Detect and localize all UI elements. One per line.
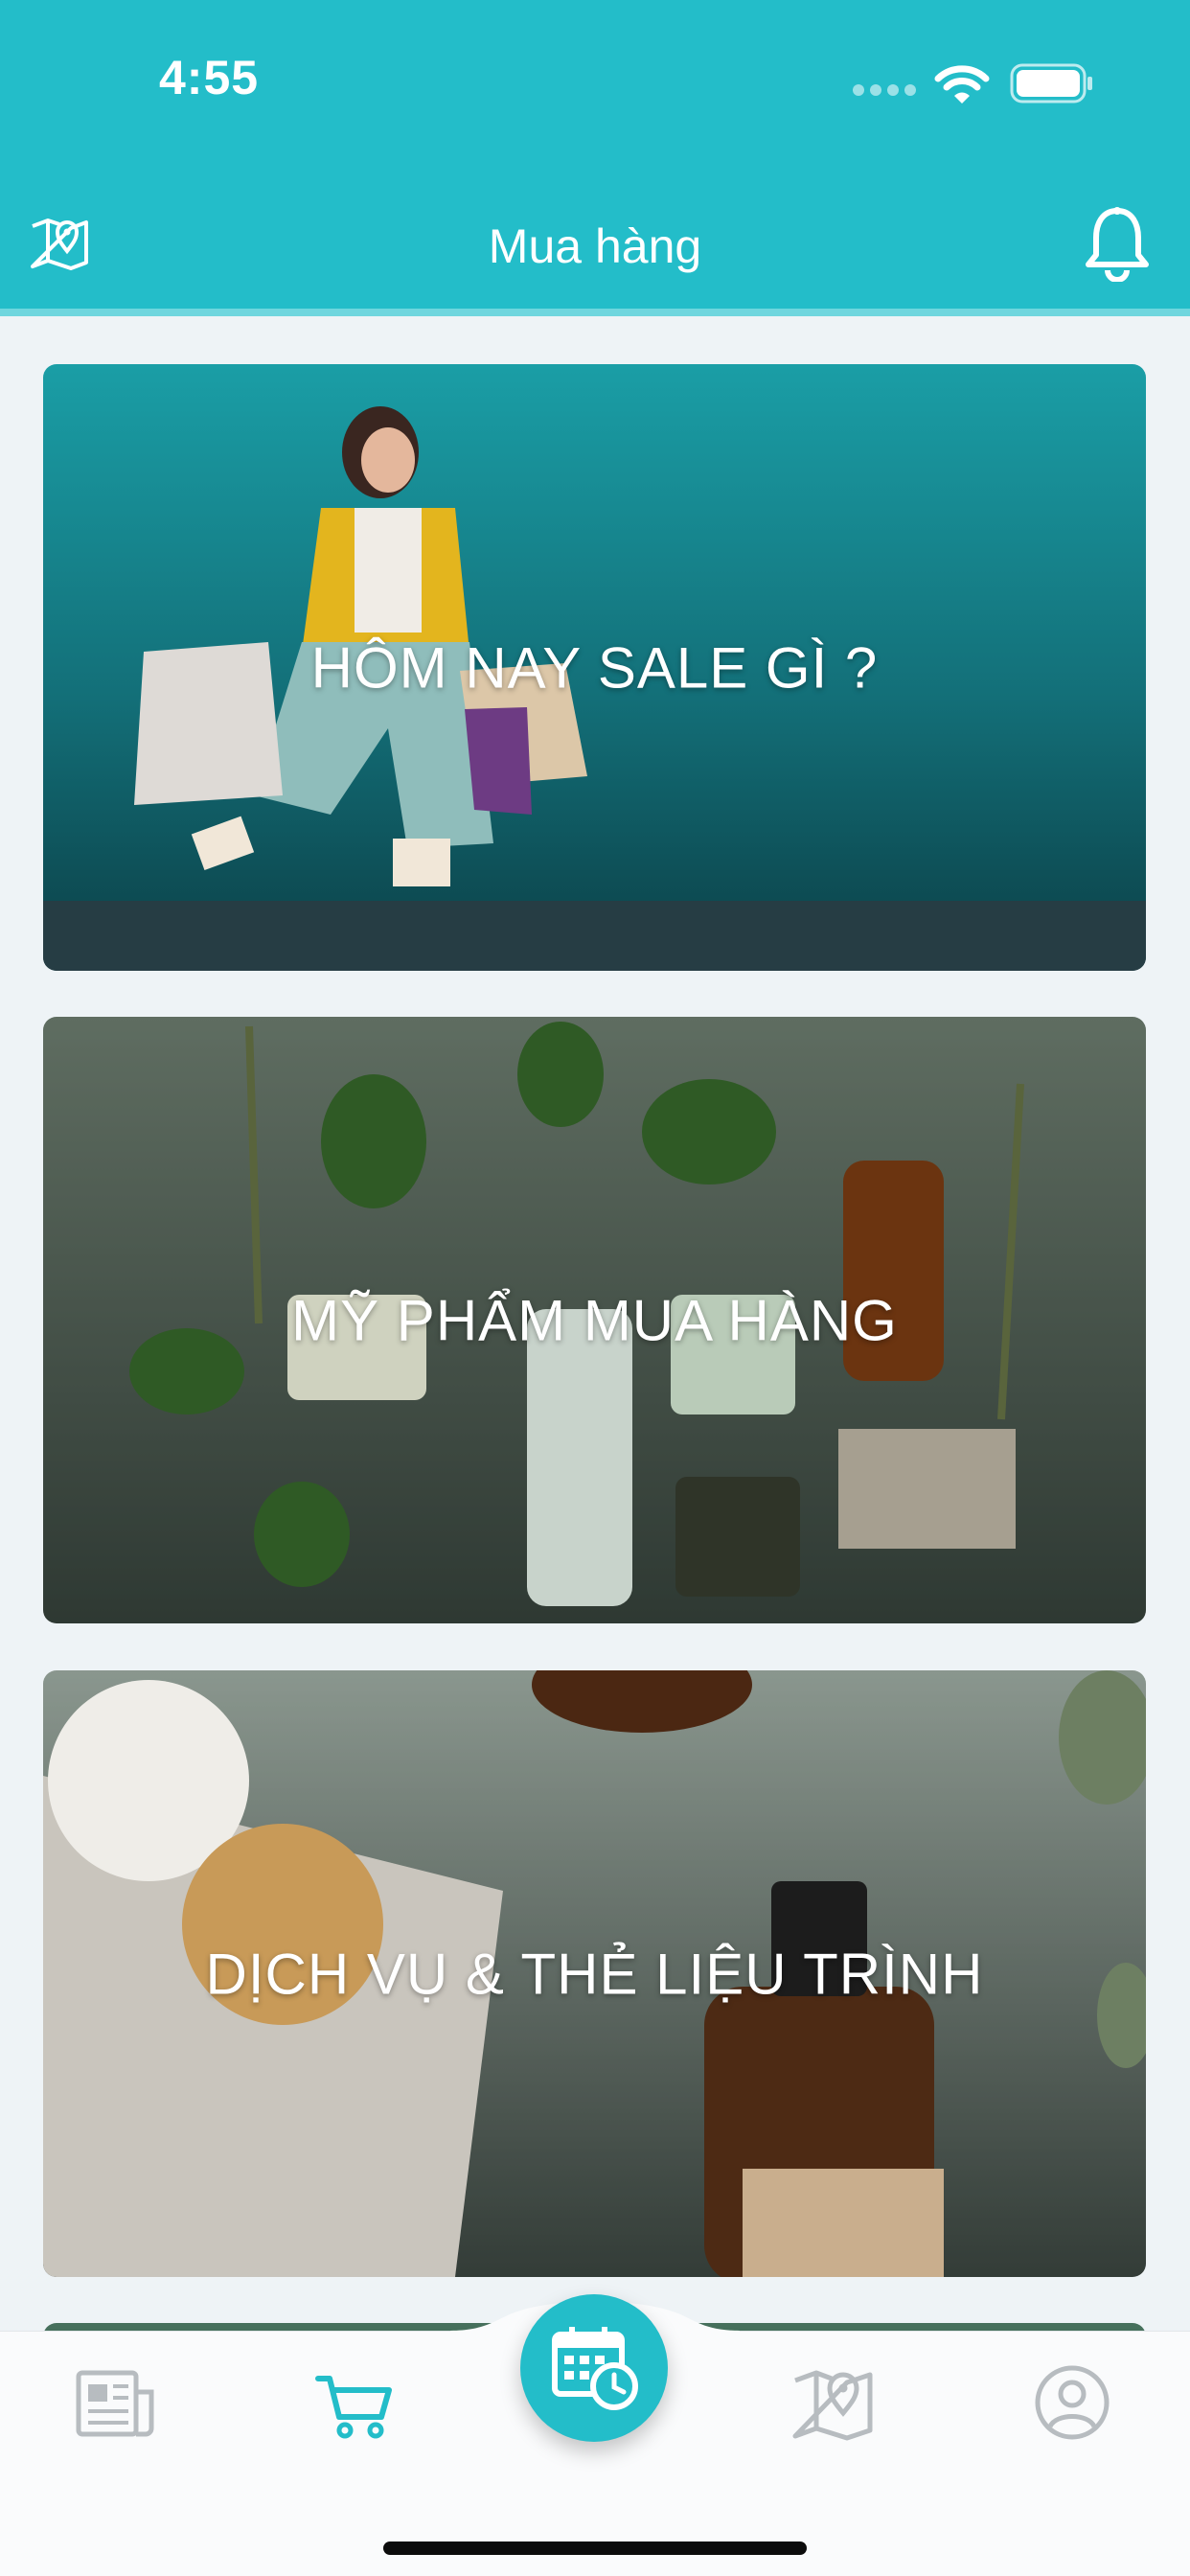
- map-pin-icon[interactable]: [29, 213, 90, 274]
- card-title: HÔM NAY SALE GÌ ?: [310, 635, 879, 700]
- booking-fab-button[interactable]: [520, 2294, 668, 2442]
- bell-icon[interactable]: [1081, 205, 1154, 282]
- calendar-clock-icon: [552, 2327, 638, 2410]
- home-indicator: [383, 2542, 807, 2555]
- map-pin-icon[interactable]: [790, 2359, 876, 2446]
- battery-icon: [1010, 63, 1092, 104]
- user-circle-icon[interactable]: [1029, 2359, 1115, 2446]
- cellular-signal-icon: [853, 84, 916, 96]
- card-title: DỊCH VỤ & THẺ LIỆU TRÌNH: [205, 1942, 984, 2006]
- purchase-screen: 4:55 Mua hàng HÔM NAY SALE GÌ ? MỸ PHẨM …: [0, 0, 1190, 2576]
- status-time: 4:55: [159, 51, 260, 104]
- card-daily-sale[interactable]: HÔM NAY SALE GÌ ?: [43, 364, 1146, 971]
- wifi-icon: [934, 65, 990, 104]
- card-cosmetics[interactable]: MỸ PHẨM MUA HÀNG: [43, 1017, 1146, 1623]
- header-divider: [0, 309, 1190, 316]
- page-title: Mua hàng: [488, 219, 702, 273]
- cart-icon[interactable]: [312, 2359, 399, 2446]
- newspaper-icon[interactable]: [73, 2359, 159, 2446]
- card-title: MỸ PHẨM MUA HÀNG: [291, 1288, 898, 1352]
- header: 4:55 Mua hàng: [0, 0, 1190, 309]
- card-services-treatments[interactable]: DỊCH VỤ & THẺ LIỆU TRÌNH: [43, 1670, 1146, 2277]
